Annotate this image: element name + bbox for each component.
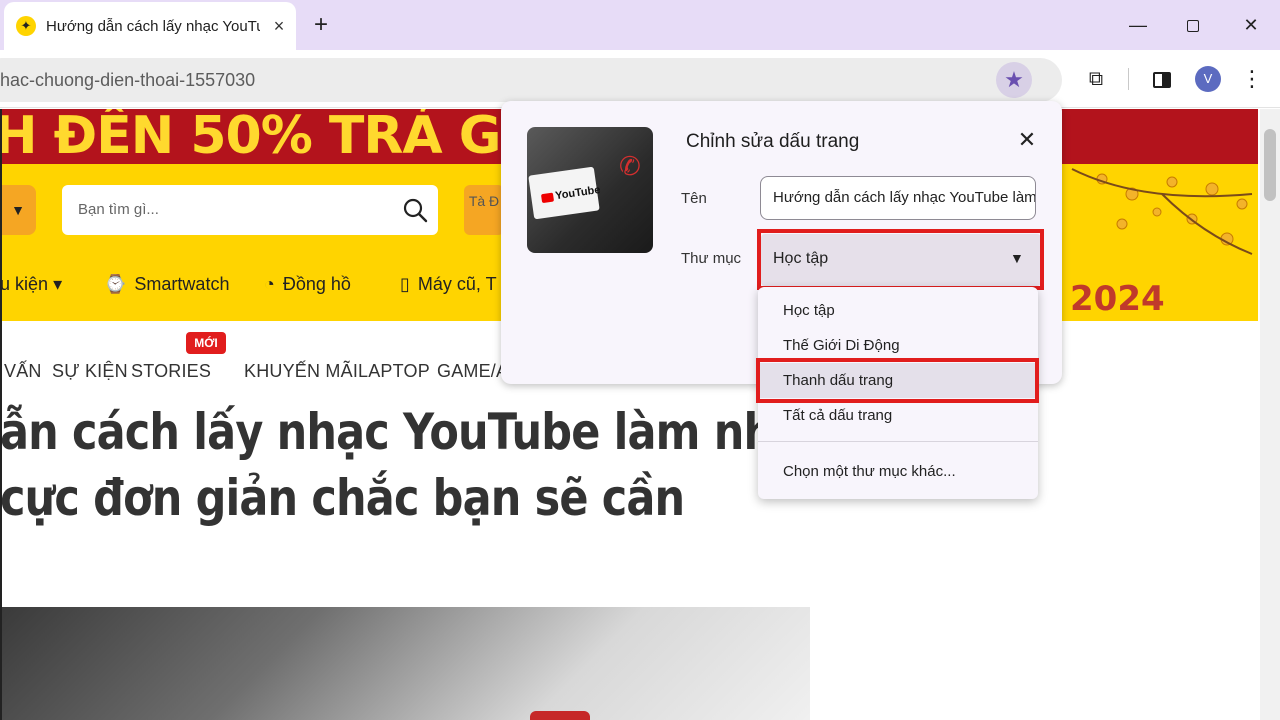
category-tab[interactable]: GAME/A: [437, 357, 508, 385]
extensions-icon[interactable]: ⧉: [1081, 64, 1111, 94]
new-tab-button[interactable]: +: [308, 12, 334, 38]
chevron-down-icon: ▾: [53, 274, 63, 294]
browser-menu-icon[interactable]: ⋮: [1237, 64, 1267, 94]
browser-tab[interactable]: ✦ Hướng dẫn cách lấy nhạc YouTube ×: [4, 2, 296, 50]
category-tab[interactable]: KHUYẾN MÃI: [244, 357, 358, 385]
nav-item-smartwatch[interactable]: ⌚ Smartwatch: [104, 269, 229, 299]
tab-title: Hướng dẫn cách lấy nhạc YouTube: [46, 18, 260, 35]
nav-item-accessories[interactable]: u kiện ▾: [0, 269, 62, 299]
news-category-row: VẤN SỰ KIỆN STORIES KHUYẾN MÃI LAPTOP GA…: [0, 357, 520, 385]
year-badge: 2024: [1070, 279, 1165, 319]
phone-icon: ▯: [400, 274, 410, 294]
category-tab[interactable]: SỰ KIỆN: [52, 357, 128, 385]
dialog-title: Chỉnh sửa dấu trang: [686, 131, 860, 152]
category-tab[interactable]: LAPTOP: [358, 357, 430, 385]
category-tab[interactable]: VẤN: [4, 357, 42, 385]
name-label: Tên: [681, 190, 707, 207]
watch-icon: ⌚: [104, 274, 127, 294]
bookmarks-bar-option-highlight: [756, 358, 1039, 403]
banner-text: H ĐẾN 50% TRẢ GÓ: [0, 109, 545, 164]
youtube-logo: YouTube: [540, 184, 601, 204]
nav-item-used-phones[interactable]: ▯ Máy cũ, T: [400, 269, 497, 299]
bookmark-thumbnail: YouTube ✆: [527, 127, 653, 253]
clock-icon: ◔: [264, 274, 275, 294]
category-tab[interactable]: STORIES: [131, 357, 211, 385]
tab-close-icon[interactable]: ×: [268, 15, 290, 37]
folder-option-hoc-tap[interactable]: Học tập: [758, 293, 1038, 328]
address-bar[interactable]: hac-chuong-dien-thoai-1557030 ★: [0, 58, 1062, 102]
article-title: ẫn cách lấy nhạc YouTube làm nhạ cực đơn…: [0, 403, 802, 527]
promo-button[interactable]: Tà Đ: [464, 185, 504, 235]
url-text[interactable]: hac-chuong-dien-thoai-1557030: [0, 70, 255, 91]
site-search-box[interactable]: Bạn tìm gì...: [62, 185, 438, 235]
profile-avatar[interactable]: V: [1195, 66, 1221, 92]
dropdown-divider: [758, 441, 1038, 442]
folder-label: Thư mục: [681, 250, 742, 267]
browser-toolbar: hac-chuong-dien-thoai-1557030 ★ ⧉ V ⋮: [0, 50, 1280, 108]
tab-strip: ✦ Hướng dẫn cách lấy nhạc YouTube × + — …: [0, 0, 1280, 50]
bookmark-star-icon[interactable]: ★: [996, 62, 1032, 98]
site-favicon-icon: ✦: [16, 16, 36, 36]
scrollbar-thumb[interactable]: [1264, 129, 1276, 201]
choose-other-folder-option[interactable]: Chọn một thư mục khác...: [758, 454, 1038, 489]
page-scrollbar[interactable]: [1260, 109, 1280, 720]
folder-option-all-bookmarks[interactable]: Tất cả dấu trang: [758, 398, 1038, 433]
close-window-button[interactable]: ✕: [1236, 10, 1266, 40]
phone-call-icon: ✆: [619, 151, 641, 181]
nav-item-clock[interactable]: ◔ Đồng hồ: [264, 269, 351, 299]
side-panel-icon[interactable]: [1147, 64, 1177, 94]
maximize-button[interactable]: [1178, 10, 1208, 40]
restore-icon: [1187, 20, 1199, 33]
new-badge: MỚI: [186, 332, 226, 354]
close-icon[interactable]: ✕: [1016, 129, 1038, 151]
article-hero-image: [0, 607, 810, 720]
bookmark-name-field[interactable]: Hướng dẫn cách lấy nhạc YouTube làm: [760, 176, 1036, 220]
category-menu-button[interactable]: ▼: [0, 185, 36, 235]
search-placeholder: Bạn tìm gì...: [78, 201, 159, 218]
folder-select-highlight: [757, 229, 1044, 290]
search-icon[interactable]: [402, 197, 428, 223]
toolbar-divider: [1128, 68, 1129, 90]
minimize-button[interactable]: —: [1123, 10, 1153, 40]
